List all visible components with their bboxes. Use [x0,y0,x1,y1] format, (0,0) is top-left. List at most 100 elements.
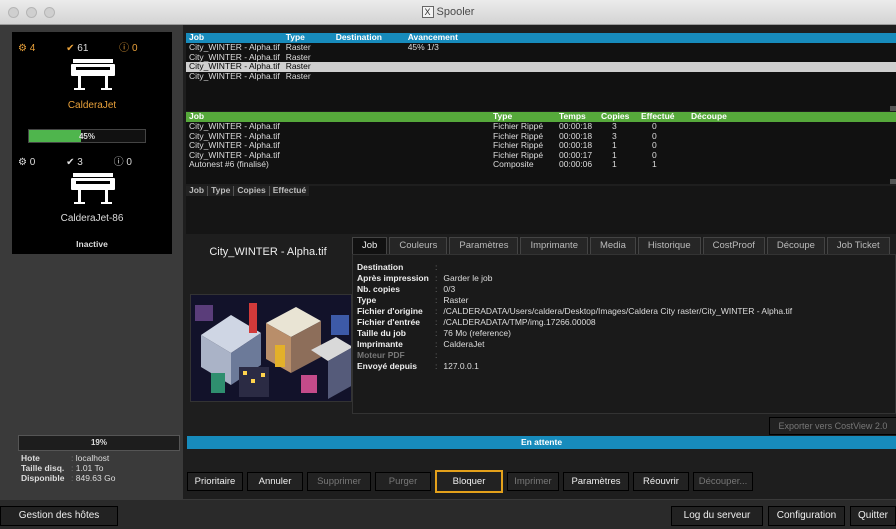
reopen-button[interactable]: Réouvrir [633,472,689,491]
destination-cell [333,62,405,72]
disk-size-row: Taille disq.: 1.01 To [21,463,104,473]
server-log-button[interactable]: Log du serveur [671,506,763,526]
done-cell: 0 [652,149,657,160]
column-header[interactable]: Copies [598,112,638,122]
active-queue-table: Job Type Destination Avancement City_WIN… [186,33,896,81]
column-header[interactable]: Job [186,185,209,196]
done-cell: 0 [652,121,657,131]
destination-cell [333,43,405,53]
large-format-printer-icon [71,59,115,90]
configuration-button[interactable]: Configuration [768,506,845,526]
tab-parametres[interactable]: Paramètres [449,237,519,254]
tab-historique[interactable]: Historique [637,237,701,254]
printer-status: Inactive [76,239,108,249]
hold-button[interactable]: Bloquer [435,470,503,493]
splitter-handle[interactable] [890,106,896,111]
printer-name: CalderaJet [67,100,117,111]
tab-imprimante[interactable]: Imprimante [520,237,588,254]
column-header[interactable]: Effectué [638,112,688,122]
field-type: Type: Raster [357,295,469,305]
table-header: Job Type Copies Effectué [186,185,310,196]
destination-cell [333,53,405,63]
host-row: Hote: localhost [21,453,110,463]
column-header[interactable]: Découpe [688,112,896,122]
progress-cell [405,53,896,63]
column-header[interactable]: Type [207,185,235,196]
table-row[interactable]: City_WINTER - Alpha.tif Fichier Rippé 00:0… [186,149,896,161]
job-thumbnail [190,294,352,402]
printer-sidebar: ⚙ 4 ✔ 61 ⓘ 0 CalderaJet 45% ⚙ 0 ✔ 3 ⓘ 0 [0,25,183,499]
cut-cell [688,160,896,170]
tab-costproof[interactable]: CostProof [702,237,765,254]
cut-cell [688,141,896,151]
cancel-button[interactable]: Annuler [247,472,303,491]
processing-gears-icon: ⚙ 0 [18,157,36,168]
progress-cell: 45% 1/3 [407,42,439,52]
ripped-queue: Job Type Temps Copies Effectué Découpe C… [186,112,896,184]
field-pdf-engine: Moteur PDF: [357,350,438,360]
disk-usage-bar: 19% [18,435,180,451]
tab-media[interactable]: Media [589,237,636,254]
cut-cell [688,151,896,161]
host-manager-button[interactable]: Gestion des hôtes [0,506,118,526]
copies-cell: 1 [612,140,617,150]
tab-job[interactable]: Job [352,237,388,254]
column-header[interactable]: Destination [333,33,405,43]
progress-cell [405,62,896,72]
quit-button[interactable]: Quitter [850,506,896,526]
copies-cell: 3 [612,130,617,141]
copies-cell: 3 [612,121,617,131]
large-format-printer-icon [71,173,115,204]
delete-button[interactable]: Supprimer [307,472,371,491]
done-cell: 1 [652,159,657,169]
time-cell: 00:00:06 [559,159,593,169]
printer-stats: ⚙ 4 ✔ 61 ⓘ 0 [18,39,166,54]
printer-card-calderajet[interactable]: ⚙ 4 ✔ 61 ⓘ 0 CalderaJet 45% [12,32,172,160]
field-after-print: Après impression: Garder le job [357,273,493,283]
column-header[interactable]: Effectué [269,185,309,196]
settings-button[interactable]: Paramètres [563,472,629,491]
cut-cell [688,132,896,142]
window-title: X Spooler [0,6,896,18]
printer-stats: ⚙ 0 ✔ 3 ⓘ 0 [18,153,160,168]
tab-couleurs[interactable]: Couleurs [389,237,448,254]
job-cell: Autonest #6 (finalisé) [189,159,269,169]
job-name: City_WINTER - Alpha.tif [209,246,327,258]
field-copies: Nb. copies:0/3 [357,284,456,294]
history-queue: Job Type Copies Effectué [186,185,896,234]
cut-cell [688,122,896,132]
printer-progress-bar: 45% [28,129,146,143]
done-check-icon: ✔ 61 [66,43,89,54]
ripped-queue-table: Job Type Temps Copies Effectué Découpe C… [186,112,896,170]
done-cell: 0 [652,140,657,150]
field-source-file: Fichier d'origine:/CALDERADATA/Users/cal… [357,306,793,316]
done-check-icon: ✔ 3 [66,157,83,168]
disk-usage-label: 19% [90,438,107,447]
purge-button[interactable]: Purger [375,472,431,491]
job-cell: City_WINTER - Alpha.tif [189,70,280,81]
field-printer: Imprimante: CalderaJet [357,339,485,349]
errors-warning-icon: ⓘ 0 [119,43,138,54]
city-image [191,295,351,401]
column-header[interactable]: Copies [233,185,270,196]
table-row[interactable]: Autonest #6 (finalisé) Composite 00:00:06 1… [186,159,896,170]
tab-job-ticket[interactable]: Job Ticket [826,237,890,254]
field-destination: Destination: [357,262,438,272]
active-queue: Job Type Destination Avancement City_WIN… [186,33,896,111]
splitter-handle[interactable] [890,179,896,184]
destination-cell [333,72,405,82]
cut-button[interactable]: Découper... [693,472,753,491]
export-costview-button[interactable]: Exporter vers CostView 2.0 [769,417,896,435]
table-row[interactable]: City_WINTER - Alpha.tif Raster [186,70,896,82]
print-button[interactable]: Imprimer [507,472,559,491]
errors-warning-icon: ⓘ 0 [113,157,132,168]
column-header[interactable]: Avancement [405,33,896,43]
copies-cell: 1 [612,159,617,169]
tab-decoupe[interactable]: Découpe [766,237,825,254]
copies-cell: 1 [612,149,617,160]
priority-button[interactable]: Prioritaire [187,472,243,491]
printer-card-calderajet-86[interactable]: ⚙ 0 ✔ 3 ⓘ 0 CalderaJet-86 Inactive [12,146,172,254]
progress-cell [405,72,896,82]
processing-gears-icon: ⚙ 4 [18,43,36,54]
detail-tabs: Job Couleurs Paramètres Imprimante Media… [352,237,892,254]
